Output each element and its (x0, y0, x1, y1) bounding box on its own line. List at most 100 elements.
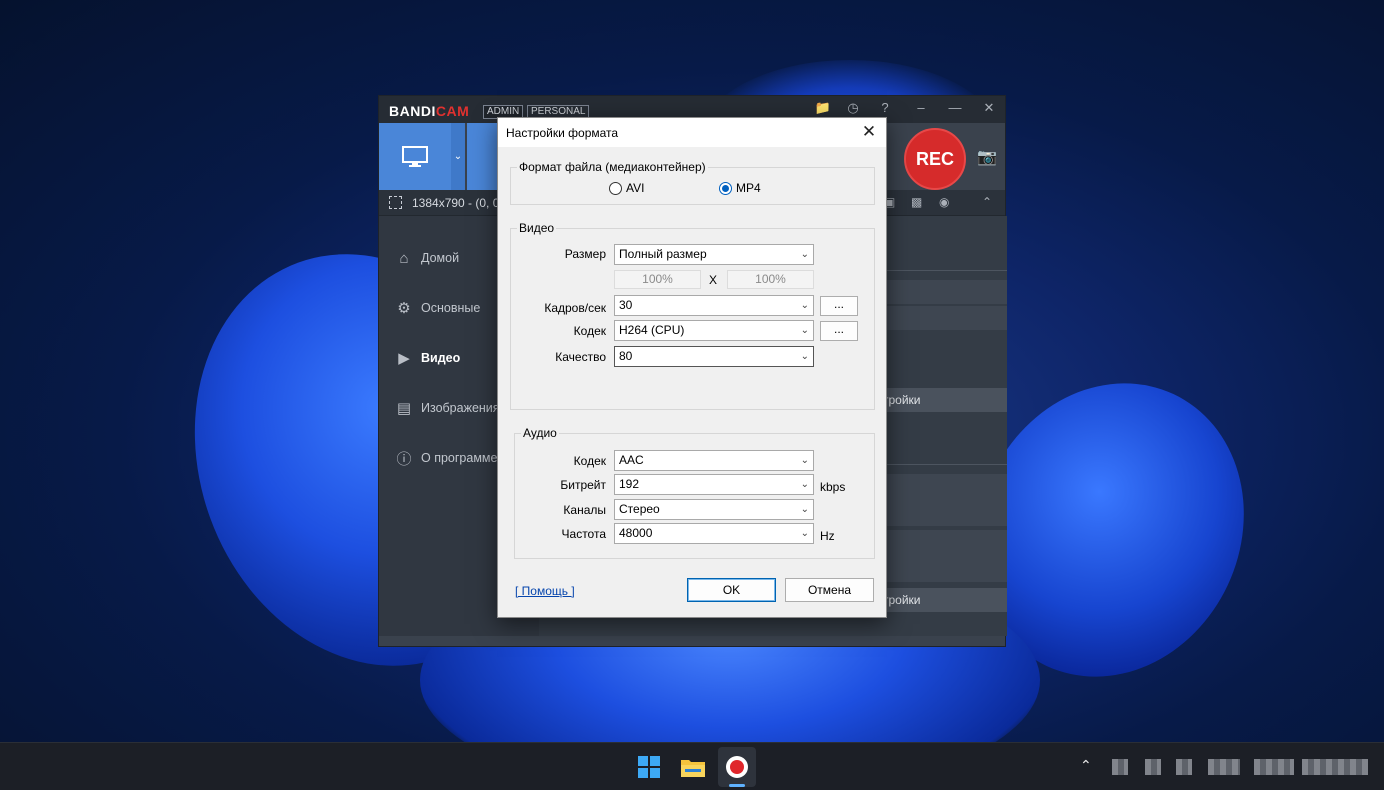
size-value: Полный размер (619, 247, 707, 261)
mode-dropdown-button[interactable]: ⌄ (451, 123, 465, 190)
audio-group-label: Аудио (521, 426, 559, 440)
resolution-readout: 1384x790 - (0, 0) (412, 196, 504, 210)
fps-value: 30 (619, 298, 633, 312)
nav-item-general[interactable]: ⚙ Основные (395, 298, 480, 318)
bitrate-value: 192 (619, 477, 640, 491)
audio-codec-value: AAC (619, 453, 644, 467)
frequency-unit: Hz (820, 529, 835, 543)
bandicam-logo: BANDICAM (389, 103, 470, 119)
help-link[interactable]: [ Помощь ] (515, 584, 575, 598)
video-codec-select[interactable]: H264 (CPU) ⌄ (614, 320, 814, 341)
audio-codec-label: Кодек (573, 454, 606, 468)
channels-label: Каналы (563, 503, 606, 517)
chevron-down-icon: ⌄ (800, 325, 809, 336)
chevron-down-icon: ⌄ (453, 151, 463, 162)
gear-icon: ⚙ (397, 300, 411, 317)
nav-item-label: О программе (421, 451, 498, 465)
radio-button[interactable] (719, 181, 732, 195)
tray-icon[interactable] (1112, 759, 1128, 775)
nav-item-home[interactable]: ⌂ Домой (395, 248, 459, 268)
radio-label: AVI (626, 181, 645, 195)
clock-icon[interactable]: ◷ (843, 100, 863, 116)
camera-icon[interactable]: 📷 (977, 147, 999, 166)
file-explorer-icon[interactable] (678, 752, 708, 782)
frequency-select[interactable]: 48000 ⌄ (614, 523, 814, 544)
bitrate-select[interactable]: 192 ⌄ (614, 474, 814, 495)
fps-select[interactable]: 30 ⌄ (614, 295, 814, 316)
chevron-down-icon: ⌄ (800, 249, 809, 260)
codec-more-button[interactable]: ... (820, 321, 858, 341)
chevron-down-icon: ⌄ (800, 504, 809, 515)
close-icon[interactable]: ✕ (860, 122, 878, 142)
settings-block (877, 474, 1007, 526)
screen-mode-button[interactable] (379, 123, 451, 190)
frequency-label: Частота (561, 527, 606, 541)
selection-icon (389, 196, 402, 209)
quality-select[interactable]: 80 ⌄ (614, 346, 814, 367)
chevron-up-icon[interactable]: ⌃ (982, 195, 992, 209)
size-separator: X (709, 273, 718, 287)
cancel-button[interactable]: Отмена (785, 578, 874, 602)
nav-item-label: Видео (421, 351, 461, 365)
radio-label: MP4 (736, 181, 761, 195)
fps-more-button[interactable]: ... (820, 296, 858, 316)
info-icon: ⓘ (396, 450, 412, 468)
rec-button[interactable]: REC (904, 128, 966, 190)
nav-item-label: Изображения (421, 401, 500, 415)
size-select[interactable]: Полный размер ⌄ (614, 244, 814, 265)
nav-item-about[interactable]: ⓘ О программе (395, 448, 497, 468)
image-icon: ▤ (396, 400, 412, 417)
folder-icon[interactable]: 📁 (813, 100, 833, 116)
settings-row (877, 306, 1007, 330)
help-icon[interactable]: ? (875, 100, 895, 115)
chevron-up-icon[interactable]: ⌃ (1080, 757, 1092, 774)
settings-button[interactable]: стройки (877, 388, 1007, 412)
close-icon[interactable]: ✕ (979, 100, 999, 116)
ok-button[interactable]: OK (687, 578, 776, 602)
chevron-down-icon: ⌄ (800, 479, 809, 490)
minimize-mode-icon[interactable]: – (911, 100, 931, 115)
radio-avi[interactable]: AVI (609, 181, 644, 195)
nav-item-images[interactable]: ▤ Изображения (395, 398, 500, 418)
broadcast-icon[interactable]: ◉ (939, 195, 949, 209)
video-codec-value: H264 (CPU) (619, 323, 685, 337)
fps-label: Кадров/сек (544, 301, 606, 315)
bitrate-unit: kbps (820, 480, 846, 494)
nav-item-video[interactable]: ▶ Видео (395, 348, 460, 368)
settings-button[interactable]: стройки (877, 588, 1007, 612)
video-codec-label: Кодек (573, 324, 606, 338)
container-group: Формат файла (медиаконтейнер) (510, 160, 875, 205)
bitrate-label: Битрейт (560, 478, 606, 492)
radio-button[interactable] (609, 181, 622, 195)
settings-row (877, 280, 1007, 304)
radio-mp4[interactable]: MP4 (719, 181, 761, 195)
audio-codec-select[interactable]: AAC ⌄ (614, 450, 814, 471)
chevron-down-icon: ⌄ (800, 300, 809, 311)
tray-icon[interactable] (1208, 759, 1240, 775)
channels-select[interactable]: Стерео ⌄ (614, 499, 814, 520)
height-percent-field: 100% (727, 270, 814, 289)
container-group-label: Формат файла (медиаконтейнер) (517, 160, 708, 174)
tray-date[interactable] (1302, 759, 1368, 775)
nav-item-label: Основные (421, 301, 481, 315)
tray-icon[interactable] (1145, 759, 1161, 775)
bandicam-taskbar-icon[interactable] (722, 752, 752, 782)
dialog-titlebar: Настройки формата ✕ (498, 118, 886, 147)
minimize-icon[interactable]: — (945, 100, 965, 115)
start-icon[interactable] (634, 752, 664, 782)
quality-label: Качество (555, 350, 606, 364)
tray-clock[interactable] (1254, 759, 1294, 775)
dialog-title: Настройки формата (506, 126, 619, 140)
chevron-down-icon: ⌄ (800, 528, 809, 539)
settings-block (877, 530, 1007, 582)
frequency-value: 48000 (619, 526, 653, 540)
taskbar: ⌃ (0, 742, 1384, 790)
nav-item-label: Домой (421, 251, 460, 265)
home-icon: ⌂ (399, 249, 409, 267)
chevron-down-icon: ⌄ (800, 455, 809, 466)
size-label: Размер (564, 247, 606, 261)
bandicam-statusbar (379, 636, 1005, 646)
tray-icon[interactable] (1176, 759, 1192, 775)
quality-value: 80 (619, 349, 633, 363)
image-overlay-icon[interactable]: ▩ (911, 195, 922, 209)
